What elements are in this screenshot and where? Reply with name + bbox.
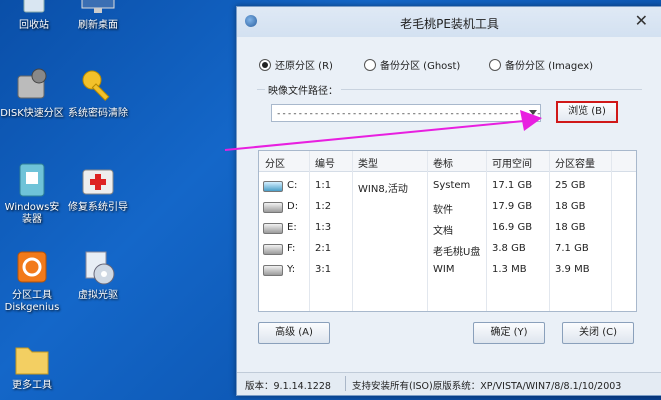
desktop-icon-windows-installer[interactable]: Windows安装器 [0,160,64,226]
desktop-icon-label: 更多工具 [12,380,52,391]
desktop-icon-label: 修复系统引导 [68,202,128,213]
cell-drive: E: [287,222,297,233]
cell-drive: C: [287,180,298,191]
desktop-icon-virtual-drive[interactable]: 虚拟光驱 [66,248,130,302]
table-row[interactable]: F: 2:1 老毛桃U盘 3.8 GB 7.1 GB [259,239,636,260]
status-bar: 版本：9.1.14.1228 支持安装所有(ISO)原版系统：XP/VISTA/… [237,372,661,395]
header-label[interactable]: 卷标 [433,155,453,170]
mode-backup-ghost-radio[interactable]: 备份分区 (Ghost) [364,57,460,72]
recycle-bin-icon [14,0,54,18]
cell-num: 1:1 [315,180,332,191]
mode-backup-ghost-label: 备份分区 (Ghost) [380,61,461,72]
cell-size: 25 GB [555,180,586,191]
cell-free: 3.8 GB [492,243,526,254]
desktop-icon-label: 系统密码清除 [68,108,128,119]
header-partition[interactable]: 分区 [265,155,285,170]
disk-gear-icon [12,66,52,106]
status-support: 支持安装所有(ISO)原版系统：XP/VISTA/WIN7/8/8.1/10/2… [352,381,622,392]
mode-restore-label: 还原分区 (R) [275,61,333,72]
desktop-icon-label: 分区工具Diskgenius [4,290,60,313]
folder-icon [12,338,52,378]
desktop-icon-password-clear[interactable]: 系统密码清除 [66,66,130,120]
header-number[interactable]: 编号 [315,155,335,170]
desktop-icon-label: 回收站 [19,20,49,31]
mode-backup-imagex-label: 备份分区 (Imagex) [505,61,594,72]
image-path-label: 映像文件路径： [265,82,341,97]
virtual-drive-icon [78,248,118,288]
cell-num: 2:1 [315,243,332,254]
desktop-icon-label: 刷新桌面 [78,20,118,31]
cell-label: 文档 [433,226,453,237]
cell-free: 17.9 GB [492,201,533,212]
ok-button[interactable]: 确定 (Y) [473,322,545,344]
disk-icon [263,223,283,234]
desktop-icon-label: DISK快速分区 [0,108,64,119]
desktop-icon-quick-partition[interactable]: DISK快速分区 [0,66,64,120]
desktop-icon-label: Windows安装器 [4,202,60,225]
desktop-icon-label: 虚拟光驱 [78,290,118,301]
radio-unchecked-icon [489,58,501,71]
first-aid-icon [78,160,118,200]
radio-unchecked-icon [364,58,376,71]
cell-label: 软件 [433,205,453,216]
disk-icon [263,202,283,213]
disk-icon [263,244,283,255]
system-disk-icon [263,181,283,192]
cell-drive: Y: [287,264,296,275]
cell-free: 16.9 GB [492,222,533,233]
desktop-icon-recycle-bin[interactable]: 回收站 [2,0,66,32]
cell-label: System [433,180,471,191]
desktop-icon-refresh-desktop[interactable]: 刷新桌面 [66,0,130,32]
title-bar[interactable]: 老毛桃PE装机工具 ✕ [237,7,661,37]
cell-num: 3:1 [315,264,332,275]
mode-backup-imagex-radio[interactable]: 备份分区 (Imagex) [489,57,593,72]
radio-checked-icon [259,58,271,71]
partition-table: 分区 编号 类型 卷标 可用空间 分区容量 C: 1:1 WIN8,活动 Sys… [258,150,637,312]
header-type[interactable]: 类型 [358,155,378,170]
close-icon[interactable]: ✕ [635,11,648,30]
desktop-icon-boot-repair[interactable]: 修复系统引导 [66,160,130,214]
table-header: 分区 编号 类型 卷标 可用空间 分区容量 [259,151,636,172]
cell-free: 17.1 GB [492,180,533,191]
browse-button[interactable]: 浏览 (B) [556,101,618,123]
cell-size: 7.1 GB [555,243,589,254]
cell-size: 3.9 MB [555,264,590,275]
desktop-icon-more-tools[interactable]: 更多工具 [0,338,64,392]
window-title: 老毛桃PE装机工具 [400,17,499,31]
header-free-space[interactable]: 可用空间 [492,155,532,170]
image-path-input[interactable]: ----------------------------------------… [271,104,541,122]
cell-label: WIM [433,264,455,275]
disk-icon [263,265,283,276]
close-button[interactable]: 关闭 (C) [562,322,634,344]
cell-label: 老毛桃U盘 [433,247,481,258]
header-capacity[interactable]: 分区容量 [555,155,595,170]
desktop-icon-diskgenius[interactable]: 分区工具Diskgenius [0,248,64,314]
table-row[interactable]: Y: 3:1 WIM 1.3 MB 3.9 MB [259,260,636,281]
cell-type: WIN8,活动 [358,184,408,195]
cell-size: 18 GB [555,201,586,212]
key-icon [78,66,118,106]
status-version: 版本：9.1.14.1228 [245,381,331,392]
table-row[interactable]: D: 1:2 软件 17.9 GB 18 GB [259,197,636,218]
windows-installer-icon [12,160,52,200]
cell-num: 1:3 [315,222,332,233]
advanced-button[interactable]: 高级 (A) [258,322,330,344]
cell-size: 18 GB [555,222,586,233]
mode-restore-radio[interactable]: 还原分区 (R) [259,57,333,72]
cell-drive: F: [287,243,296,254]
cell-drive: D: [287,201,299,212]
table-row[interactable]: C: 1:1 WIN8,活动 System 17.1 GB 25 GB [259,176,636,197]
monitor-icon [78,0,118,18]
chevron-down-icon[interactable] [529,110,537,115]
cell-free: 1.3 MB [492,264,527,275]
table-row[interactable]: E: 1:3 文档 16.9 GB 18 GB [259,218,636,239]
cell-num: 1:2 [315,201,332,212]
diskgenius-icon [12,248,52,288]
pe-installer-window: 老毛桃PE装机工具 ✕ 还原分区 (R) 备份分区 (Ghost) 备份分区 (… [236,6,661,396]
